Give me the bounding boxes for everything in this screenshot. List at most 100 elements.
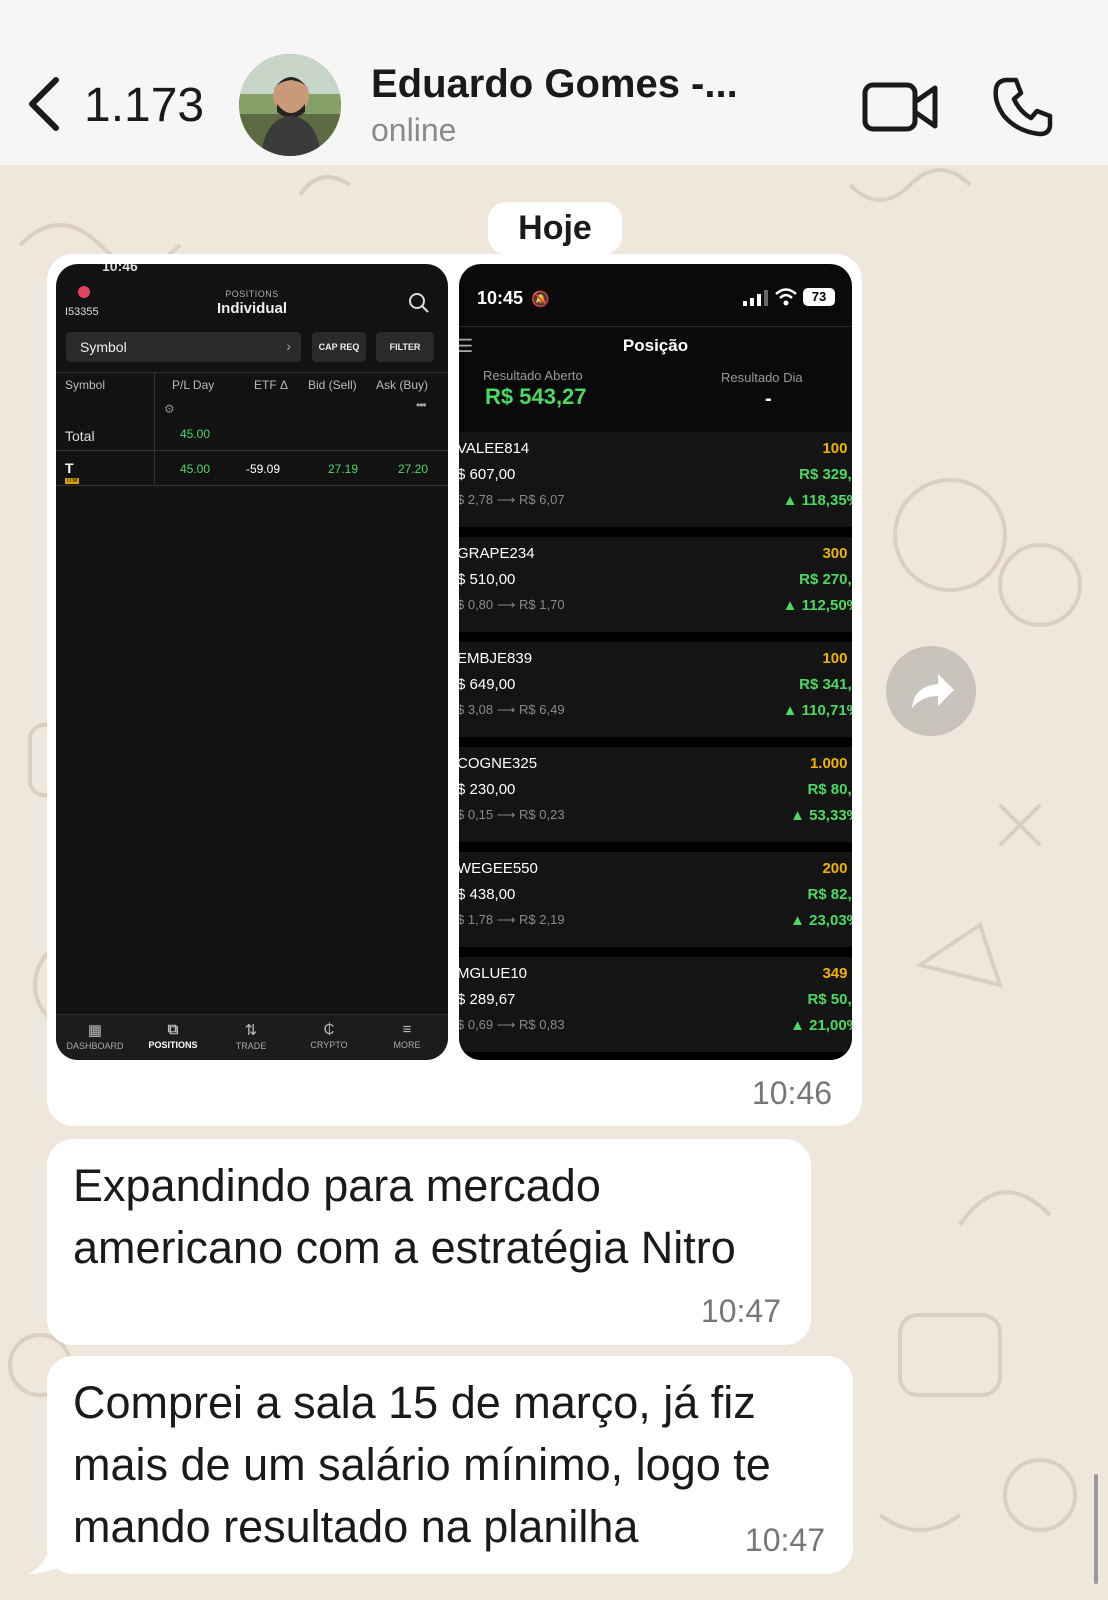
posicao-screenshot[interactable]: 10:45 🔕 73 ☰ Posição Resultado Aberto R$… (459, 264, 852, 1060)
contact-name[interactable]: Eduardo Gomes -... (371, 62, 738, 107)
list-item: MGLUE10 $ 289,67 $ 0,69 ⟶ R$ 0,83 349 c … (459, 957, 852, 1060)
invested-amount: $ 510,00 (459, 571, 516, 588)
image-message-bubble[interactable]: 10:46 I53355 POSITIONS Individual Symbol… (47, 254, 862, 1126)
message-time: 10:47 (700, 1293, 781, 1329)
symbol-selector: Symbol › (66, 332, 301, 362)
more-icon: ≡ (402, 1021, 412, 1038)
list-item: VALEE814 $ 607,00 $ 2,78 ⟶ R$ 6,07 100 c… (459, 432, 852, 537)
divider (56, 450, 448, 451)
video-call-icon[interactable] (862, 80, 938, 134)
list-item: COGNE325 $ 230,00 $ 0,15 ⟶ R$ 0,23 1.000… (459, 747, 852, 852)
avatar[interactable] (239, 54, 341, 156)
invested-amount: $ 607,00 (459, 466, 516, 483)
nav-crypto: ₵ CRYPTO (290, 1021, 368, 1050)
ticker: EMBJE839 (459, 650, 533, 667)
price-change: $ 3,08 ⟶ R$ 6,49 (459, 702, 565, 717)
date-divider: Hoje (488, 202, 622, 254)
phone-call-icon[interactable] (992, 76, 1054, 138)
result-percent: ▲ 53,33% (790, 807, 852, 824)
result-amount: R$ 80,0 (807, 781, 852, 798)
nav-label: POSITIONS (148, 1040, 198, 1050)
result-percent: ▲ 23,03% (790, 912, 852, 929)
battery-indicator: 73 (803, 288, 835, 306)
quantity: 100 c (822, 440, 852, 457)
message-time: 10:47 (744, 1522, 825, 1558)
result-amount: R$ 270,0 (799, 571, 852, 588)
muted-bell-icon: 🔕 (531, 291, 550, 308)
nav-label: CRYPTO (310, 1040, 348, 1050)
open-result-label: Resultado Aberto (483, 368, 583, 383)
result-percent: ▲ 21,00% (790, 1017, 852, 1034)
position-etf-delta: -59.09 (246, 462, 281, 476)
status-time: 10:45 (477, 288, 524, 308)
result-percent: ▲ 110,71% (782, 702, 852, 719)
scrollbar[interactable] (1094, 1474, 1098, 1584)
itm-badge: ITM (65, 478, 80, 484)
filter-button: FILTER (376, 332, 434, 362)
cap-req-button: CAP REQ (312, 332, 366, 362)
forward-arrow-icon (912, 674, 954, 708)
chat-header: 1.173 Eduardo Gomes -... online (0, 0, 1108, 165)
account-title: Individual (216, 300, 287, 317)
dashboard-icon: ▦ (87, 1022, 103, 1039)
result-percent: ▲ 112,50% (782, 597, 852, 614)
contact-status: online (371, 112, 457, 148)
quantity: 300 c (822, 545, 852, 562)
positions-list: VALEE814 $ 607,00 $ 2,78 ⟶ R$ 6,07 100 c… (459, 432, 852, 1060)
divider (154, 372, 155, 486)
divider (56, 485, 448, 486)
bottom-nav: ▦ DASHBOARD ⧉ POSITIONS ⇅ TRADE ₵ CRYPTO… (56, 1014, 448, 1060)
message-bubble[interactable]: Comprei a sala 15 de março, já fiz mais … (47, 1356, 853, 1574)
price-change: $ 0,15 ⟶ R$ 0,23 (459, 807, 565, 822)
unread-count[interactable]: 1.173 (84, 78, 204, 133)
search-icon (409, 293, 429, 313)
invested-amount: $ 438,00 (459, 886, 516, 903)
price-change: $ 0,80 ⟶ R$ 1,70 (459, 597, 565, 612)
positions-icon: ⧉ (167, 1021, 179, 1038)
nav-trade: ⇅ TRADE (212, 1021, 290, 1051)
message-text: Expandindo para mercado americano com a … (73, 1160, 736, 1273)
nav-label: MORE (393, 1040, 421, 1050)
list-item: EMBJE839 $ 649,00 $ 3,08 ⟶ R$ 6,49 100 c… (459, 642, 852, 747)
ticker: VALEE814 (459, 440, 530, 457)
column-header: Bid (Sell) (308, 378, 357, 392)
invested-amount: $ 649,00 (459, 676, 516, 693)
screen-title: Posição (622, 336, 689, 355)
bubble-tail (28, 1552, 68, 1574)
symbol-selector-label: Symbol (80, 339, 127, 355)
signal-icon (743, 290, 768, 306)
position-bid: 27.19 (328, 462, 359, 476)
invested-amount: $ 289,67 (459, 991, 516, 1008)
position-symbol: T (65, 460, 74, 476)
wifi-icon (775, 288, 797, 306)
total-pl-value: 45.00 (180, 427, 211, 441)
result-amount: R$ 341,0 (799, 676, 852, 693)
position-ask: 27.20 (398, 462, 429, 476)
status-time: 10:46 (102, 264, 138, 274)
column-header: Symbol (65, 378, 106, 392)
more-dots-icon: ••• (416, 398, 427, 412)
quantity: 1.000 c (809, 755, 852, 772)
message-bubble[interactable]: Expandindo para mercado americano com a … (47, 1139, 811, 1345)
positions-screenshot[interactable]: 10:46 I53355 POSITIONS Individual Symbol… (56, 264, 448, 1060)
back-chevron-icon[interactable] (24, 74, 64, 134)
section-label: POSITIONS (225, 289, 279, 299)
ticker: MGLUE10 (459, 965, 528, 982)
forward-button[interactable] (886, 646, 976, 736)
nav-label: TRADE (235, 1041, 267, 1051)
invested-amount: $ 230,00 (459, 781, 516, 798)
divider (459, 326, 852, 327)
nav-positions: ⧉ POSITIONS (134, 1021, 212, 1050)
quantity: 200 c (822, 860, 852, 877)
result-percent: ▲ 118,35% (782, 492, 852, 509)
open-result-value: R$ 543,27 (485, 384, 587, 409)
result-amount: R$ 82,0 (807, 886, 852, 903)
price-change: $ 2,78 ⟶ R$ 6,07 (459, 492, 565, 507)
nav-more: ≡ MORE (368, 1021, 446, 1050)
ticker: WEGEE550 (459, 860, 538, 877)
nav-label: DASHBOARD (66, 1041, 124, 1051)
result-amount: R$ 50,2 (807, 991, 852, 1008)
message-time: 10:46 (751, 1075, 832, 1111)
gear-icon: ⚙ (164, 402, 175, 416)
list-item: WEGEE550 $ 438,00 $ 1,78 ⟶ R$ 2,19 200 c… (459, 852, 852, 957)
